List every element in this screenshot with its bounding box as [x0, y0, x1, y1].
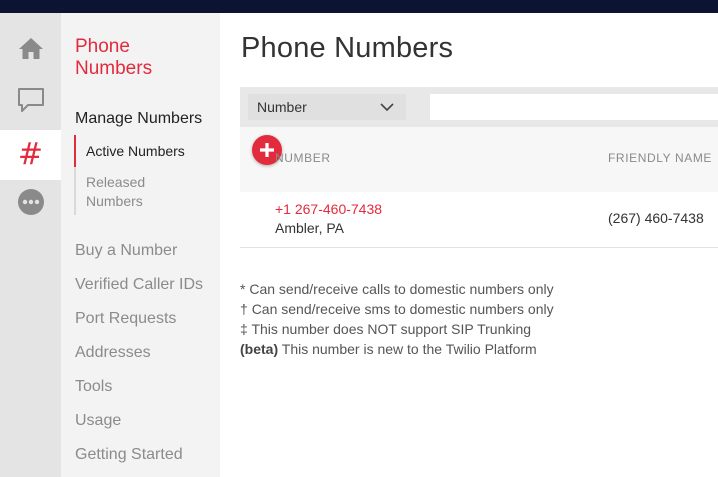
home-icon: [18, 38, 43, 59]
hash-icon: #: [17, 137, 44, 172]
nav-item-getting-started[interactable]: Getting Started: [75, 446, 183, 464]
note-line: * Can send/receive calls to domestic num…: [240, 281, 554, 297]
note-line: (beta) This number is new to the Twilio …: [240, 341, 537, 357]
nav-title[interactable]: Phone Numbers: [75, 36, 195, 80]
note-line: † Can send/receive sms to domestic numbe…: [240, 301, 554, 317]
filter-search-input[interactable]: [430, 94, 718, 120]
rail-home[interactable]: [0, 23, 61, 73]
nav-item-verified-caller-ids[interactable]: Verified Caller IDs: [75, 276, 203, 294]
secondary-nav: Phone Numbers Manage Numbers Active Numb…: [61, 13, 220, 477]
legend-notes: * Can send/receive calls to domestic num…: [240, 279, 554, 359]
rail-more[interactable]: [0, 177, 61, 227]
icon-rail: #: [0, 13, 61, 477]
table-row: +1 267-460-7438 Ambler, PA (267) 460-743…: [240, 192, 718, 248]
chevron-down-icon: [380, 103, 394, 112]
nav-item-tools[interactable]: Tools: [75, 378, 112, 396]
nav-subitems: Active Numbers Released Numbers: [74, 135, 185, 215]
filter-type-select[interactable]: Number: [248, 94, 406, 120]
nav-item-released-numbers[interactable]: Released Numbers: [76, 173, 166, 215]
note-line: ‡ This number does NOT support SIP Trunk…: [240, 321, 532, 337]
filter-bar: Number: [240, 87, 718, 127]
phone-number-location: Ambler, PA: [275, 220, 344, 236]
plus-icon: [260, 143, 274, 157]
more-icon: [17, 189, 44, 215]
nav-item-active-numbers[interactable]: Active Numbers: [74, 135, 185, 167]
main-content: Phone Numbers Number NUMBER FRIENDLY NAM…: [220, 13, 718, 477]
filter-type-value: Number: [257, 99, 307, 115]
page-title: Phone Numbers: [241, 32, 454, 64]
nav-item-usage[interactable]: Usage: [75, 412, 121, 430]
column-header-friendly-name: FRIENDLY NAME: [608, 151, 713, 165]
column-header-number: NUMBER: [275, 151, 331, 165]
chat-icon: [17, 88, 44, 112]
nav-item-buy-a-number[interactable]: Buy a Number: [75, 242, 177, 260]
rail-numbers[interactable]: #: [0, 130, 61, 180]
nav-item-addresses[interactable]: Addresses: [75, 344, 151, 362]
table-header: NUMBER FRIENDLY NAME: [240, 127, 718, 192]
top-bar: [0, 0, 718, 13]
rail-chat[interactable]: [0, 75, 61, 125]
friendly-name: (267) 460-7438: [608, 210, 704, 226]
phone-number-link[interactable]: +1 267-460-7438: [275, 201, 382, 217]
nav-section-manage-numbers[interactable]: Manage Numbers: [75, 110, 202, 128]
nav-item-port-requests[interactable]: Port Requests: [75, 310, 176, 328]
